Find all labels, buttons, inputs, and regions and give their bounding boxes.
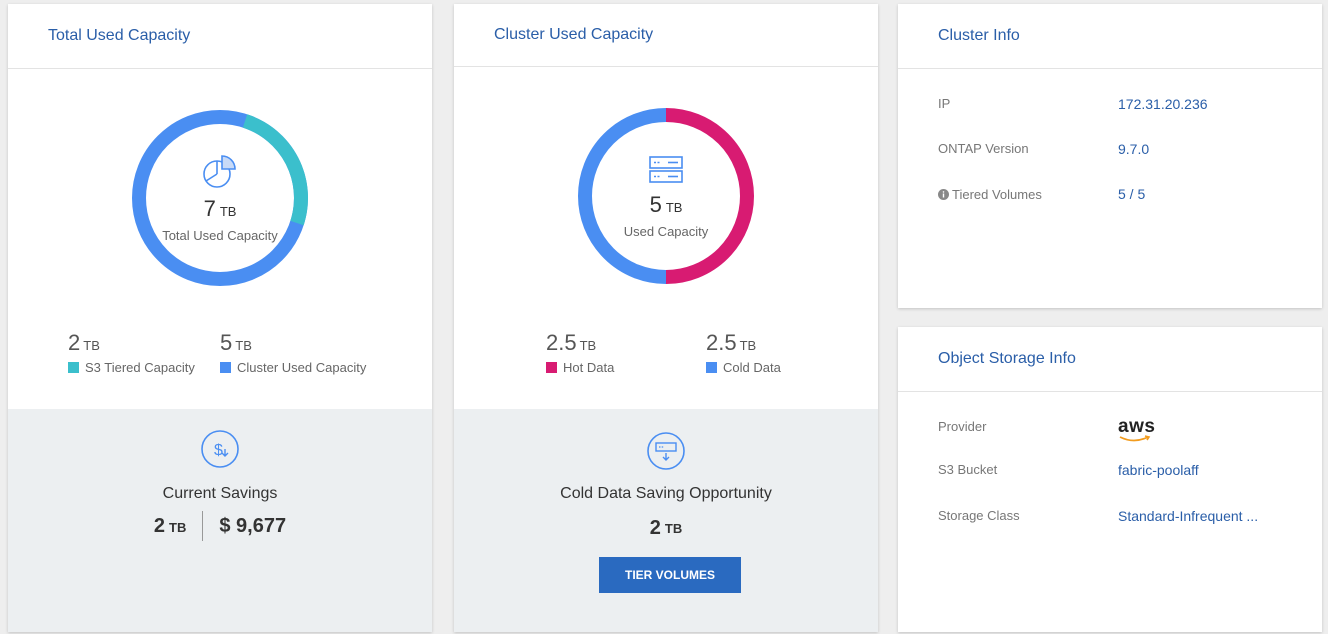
s3-tiered-swatch xyxy=(68,362,79,373)
card-title: Cluster Used Capacity xyxy=(494,26,654,43)
info-label: S3 Bucket xyxy=(938,462,998,477)
cold-data-opportunity-title: Cold Data Saving Opportunity xyxy=(560,485,772,502)
cluster-capacity-value: 5 TB xyxy=(649,191,683,217)
s3-bucket-value: fabric-poolaff xyxy=(1118,462,1199,478)
info-icon[interactable] xyxy=(938,188,949,200)
cluster-used-capacity-card: Cluster Used Capacity 5 TB Used Capacity … xyxy=(454,4,878,632)
stat-label: Hot Data xyxy=(563,360,615,375)
ip-value: 172.31.20.236 xyxy=(1118,96,1208,112)
current-savings-values: 2 TB $ 9,677 xyxy=(8,511,432,541)
cluster-capacity-label: Used Capacity xyxy=(623,223,709,239)
total-used-capacity-card: Total Used Capacity 7 TB Total Used Capac… xyxy=(8,4,432,632)
info-label: ONTAP Version xyxy=(938,141,1029,156)
info-row-s3-bucket: S3 Bucket fabric-poolaff xyxy=(938,462,1302,478)
info-label: Storage Class xyxy=(938,508,1020,523)
total-used-capacity-header: Total Used Capacity xyxy=(8,4,432,69)
card-title: Object Storage Info xyxy=(938,350,1076,367)
card-title: Cluster Info xyxy=(938,27,1020,44)
aws-smile-icon xyxy=(1119,435,1151,442)
info-row-ip: IP 172.31.20.236 xyxy=(938,96,1302,112)
stat-label: Cold Data xyxy=(723,360,781,375)
tiered-volumes-value: 5 / 5 xyxy=(1118,186,1146,202)
total-capacity-label: Total Used Capacity xyxy=(162,227,278,243)
server-icon xyxy=(649,155,683,183)
savings-capacity: 2 TB xyxy=(153,514,187,537)
cold-data-opportunity-value: 2 TB xyxy=(649,517,683,539)
stat-s3-tiered: 2 TB S3 Tiered Capacity xyxy=(68,330,195,375)
info-label: Tiered Volumes xyxy=(952,186,1042,202)
stat-hot-data: 2.5 TB Hot Data xyxy=(546,330,615,375)
aws-logo: aws xyxy=(1118,417,1155,443)
card-title: Total Used Capacity xyxy=(48,27,191,44)
tier-volumes-button[interactable]: TIER VOLUMES xyxy=(599,557,741,593)
divider xyxy=(202,511,204,541)
info-row-storage-class: Storage Class Standard-Infrequent ... xyxy=(938,508,1302,524)
stat-cluster-used: 5 TB Cluster Used Capacity xyxy=(220,330,367,375)
cold-data-swatch xyxy=(706,362,717,373)
total-capacity-value: 7 TB xyxy=(203,195,237,221)
info-row-tiered-volumes: Tiered Volumes 5 / 5 xyxy=(938,186,1302,202)
stat-label: Cluster Used Capacity xyxy=(237,360,367,375)
storage-download-icon xyxy=(647,432,685,470)
info-row-ontap-version: ONTAP Version 9.7.0 xyxy=(938,141,1302,157)
svg-text:$: $ xyxy=(214,442,223,459)
cluster-used-capacity-header: Cluster Used Capacity xyxy=(454,4,878,67)
object-storage-info-card: Object Storage Info Provider aws S3 Buck… xyxy=(898,327,1322,632)
current-savings-title: Current Savings xyxy=(162,485,278,502)
cold-data-opportunity-panel: Cold Data Saving Opportunity 2 TB xyxy=(454,409,878,632)
storage-class-value: Standard-Infrequent ... xyxy=(1118,508,1259,524)
dollar-circle-icon: $ xyxy=(201,430,239,468)
object-storage-info-header: Object Storage Info xyxy=(898,327,1322,392)
cluster-used-swatch xyxy=(220,362,231,373)
cluster-capacity-donut: 5 TB Used Capacity xyxy=(574,104,758,288)
total-capacity-donut: 7 TB Total Used Capacity xyxy=(128,106,312,290)
savings-money: $ 9,677 xyxy=(219,514,287,537)
hot-data-swatch xyxy=(546,362,557,373)
info-label: Provider xyxy=(938,419,987,434)
info-label: IP xyxy=(938,96,951,111)
stat-label: S3 Tiered Capacity xyxy=(85,360,195,375)
cluster-info-header: Cluster Info xyxy=(898,4,1322,69)
current-savings-panel: $ Current Savings 2 TB $ 9,677 xyxy=(8,409,432,632)
cluster-info-card: Cluster Info IP 172.31.20.236 ONTAP Vers… xyxy=(898,4,1322,308)
stat-cold-data: 2.5 TB Cold Data xyxy=(706,330,781,375)
info-row-provider: Provider aws xyxy=(938,417,1302,443)
pie-chart-icon xyxy=(203,154,236,188)
ontap-version-value: 9.7.0 xyxy=(1118,141,1150,157)
